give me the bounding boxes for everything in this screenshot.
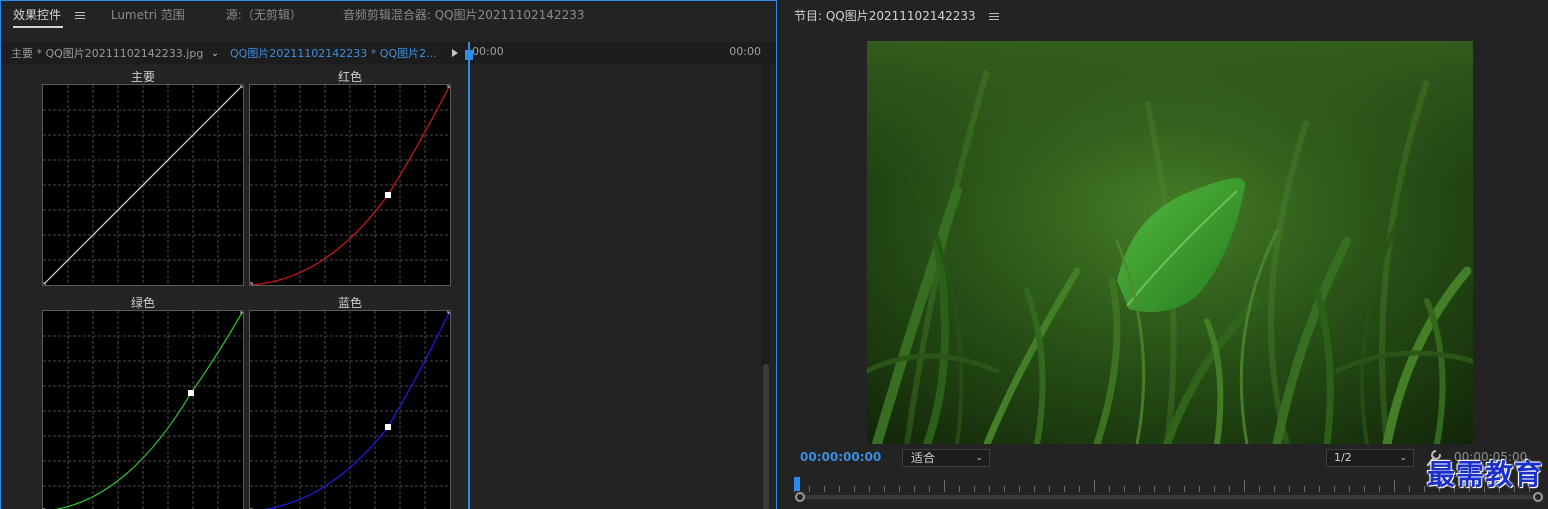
master-curve-graph[interactable]	[42, 84, 244, 286]
blue-curve-line	[263, 311, 450, 509]
tab-effect-controls-label: 效果控件	[13, 8, 62, 22]
effect-timeline[interactable]: 00:00 00:00	[465, 42, 776, 509]
program-monitor-title: 节目: QQ图片20211102142233	[794, 9, 976, 23]
green-curve-control-point	[188, 390, 194, 396]
program-monitor-panel: 节目: QQ图片20211102142233 00:00:00:00 适合 ⌄ …	[779, 0, 1548, 509]
blue-curve-svg[interactable]	[250, 311, 450, 509]
play-icon[interactable]	[452, 49, 458, 57]
playhead-handle[interactable]	[465, 50, 473, 60]
zoom-fit-select[interactable]: 适合 ⌄	[902, 449, 990, 467]
blue-curve-graph[interactable]	[249, 310, 451, 509]
tab-audio-clip-mixer-label: 音频剪辑混合器: QQ图片20211102142233	[342, 8, 585, 22]
playback-resolution-select[interactable]: 1/2 ⌄	[1326, 449, 1414, 467]
program-video-frame[interactable]	[867, 41, 1473, 444]
green-curve-svg[interactable]	[43, 311, 243, 509]
red-curve-label: 红色	[337, 70, 362, 84]
tab-effect-controls[interactable]: 效果控件	[1, 1, 97, 31]
green-curve-endpoint-top	[240, 311, 243, 314]
effect-timeline-ruler[interactable]: 00:00 00:00	[468, 42, 776, 64]
blue-curve-endpoint-top	[447, 311, 450, 314]
current-timecode[interactable]: 00:00:00:00	[800, 450, 881, 464]
program-monitor-tab[interactable]: 节目: QQ图片20211102142233	[794, 7, 1000, 24]
tab-lumetri-scopes[interactable]: Lumetri 范围	[99, 1, 197, 31]
timeline-start-time: 00:00	[472, 45, 504, 58]
program-playhead[interactable]	[794, 477, 800, 491]
master-curve-label: 主要	[130, 70, 155, 84]
timeline-end-time: 00:00	[729, 45, 761, 58]
tab-source[interactable]: 源:（无剪辑）	[214, 1, 314, 31]
sequence-clip-label[interactable]: QQ图片20211102142233 * QQ图片2...	[222, 45, 446, 61]
master-curve-endpoint-top	[240, 85, 243, 88]
master-curve-svg[interactable]	[43, 85, 243, 285]
master-clip-label[interactable]: 主要 * QQ图片20211102142233.jpg	[1, 45, 208, 61]
red-curve-svg[interactable]	[250, 85, 450, 285]
chevron-down-icon: ⌄	[1399, 453, 1407, 463]
red-curve-control-point	[385, 192, 391, 198]
clip-selector-bar: 主要 * QQ图片20211102142233.jpg ⌄ QQ图片202111…	[1, 42, 468, 64]
green-curve-line	[54, 311, 243, 509]
active-tab-underline	[13, 26, 63, 28]
panel-tab-bar: 效果控件 Lumetri 范围 源:（无剪辑） 音频剪辑混合器: QQ图片202…	[1, 1, 776, 31]
master-curve-endpoint-bottom	[43, 282, 46, 285]
playback-resolution-value: 1/2	[1334, 451, 1352, 464]
vertical-scrollbar[interactable]	[762, 64, 770, 509]
blue-curve-control-point	[385, 424, 391, 430]
vertical-scrollbar-thumb[interactable]	[763, 364, 769, 509]
green-curve-label: 绿色	[130, 296, 155, 310]
tab-lumetri-scopes-label: Lumetri 范围	[110, 8, 185, 22]
blue-curve-label: 蓝色	[337, 296, 362, 310]
green-curve-graph[interactable]	[42, 310, 244, 509]
grass-leaf-image	[867, 41, 1473, 444]
zoom-fit-value: 适合	[911, 451, 936, 465]
red-curve-graph[interactable]	[249, 84, 451, 286]
tab-audio-clip-mixer[interactable]: 音频剪辑混合器: QQ图片20211102142233	[331, 1, 597, 31]
zoom-scrollbar[interactable]	[794, 492, 1544, 502]
zoom-scrollbar-track[interactable]	[802, 495, 1536, 499]
watermark-logo: 最需教育	[1426, 458, 1543, 491]
panel-menu-icon[interactable]	[74, 10, 85, 21]
panel-menu-icon[interactable]	[989, 11, 1000, 22]
zoom-scrollbar-left-handle[interactable]	[795, 492, 805, 502]
rgb-curves: 主要 红色 绿色 蓝色	[1, 64, 468, 509]
effect-timeline-playhead[interactable]	[465, 42, 473, 509]
red-curve-endpoint-bottom	[250, 282, 253, 285]
tab-source-label: 源:（无剪辑）	[225, 8, 302, 22]
chevron-down-icon[interactable]: ⌄	[208, 48, 222, 59]
effect-controls-panel: 效果控件 Lumetri 范围 源:（无剪辑） 音频剪辑混合器: QQ图片202…	[0, 0, 777, 509]
red-curve-endpoint-top	[447, 85, 450, 88]
zoom-scrollbar-right-handle[interactable]	[1533, 492, 1543, 502]
chevron-down-icon: ⌄	[975, 453, 983, 463]
